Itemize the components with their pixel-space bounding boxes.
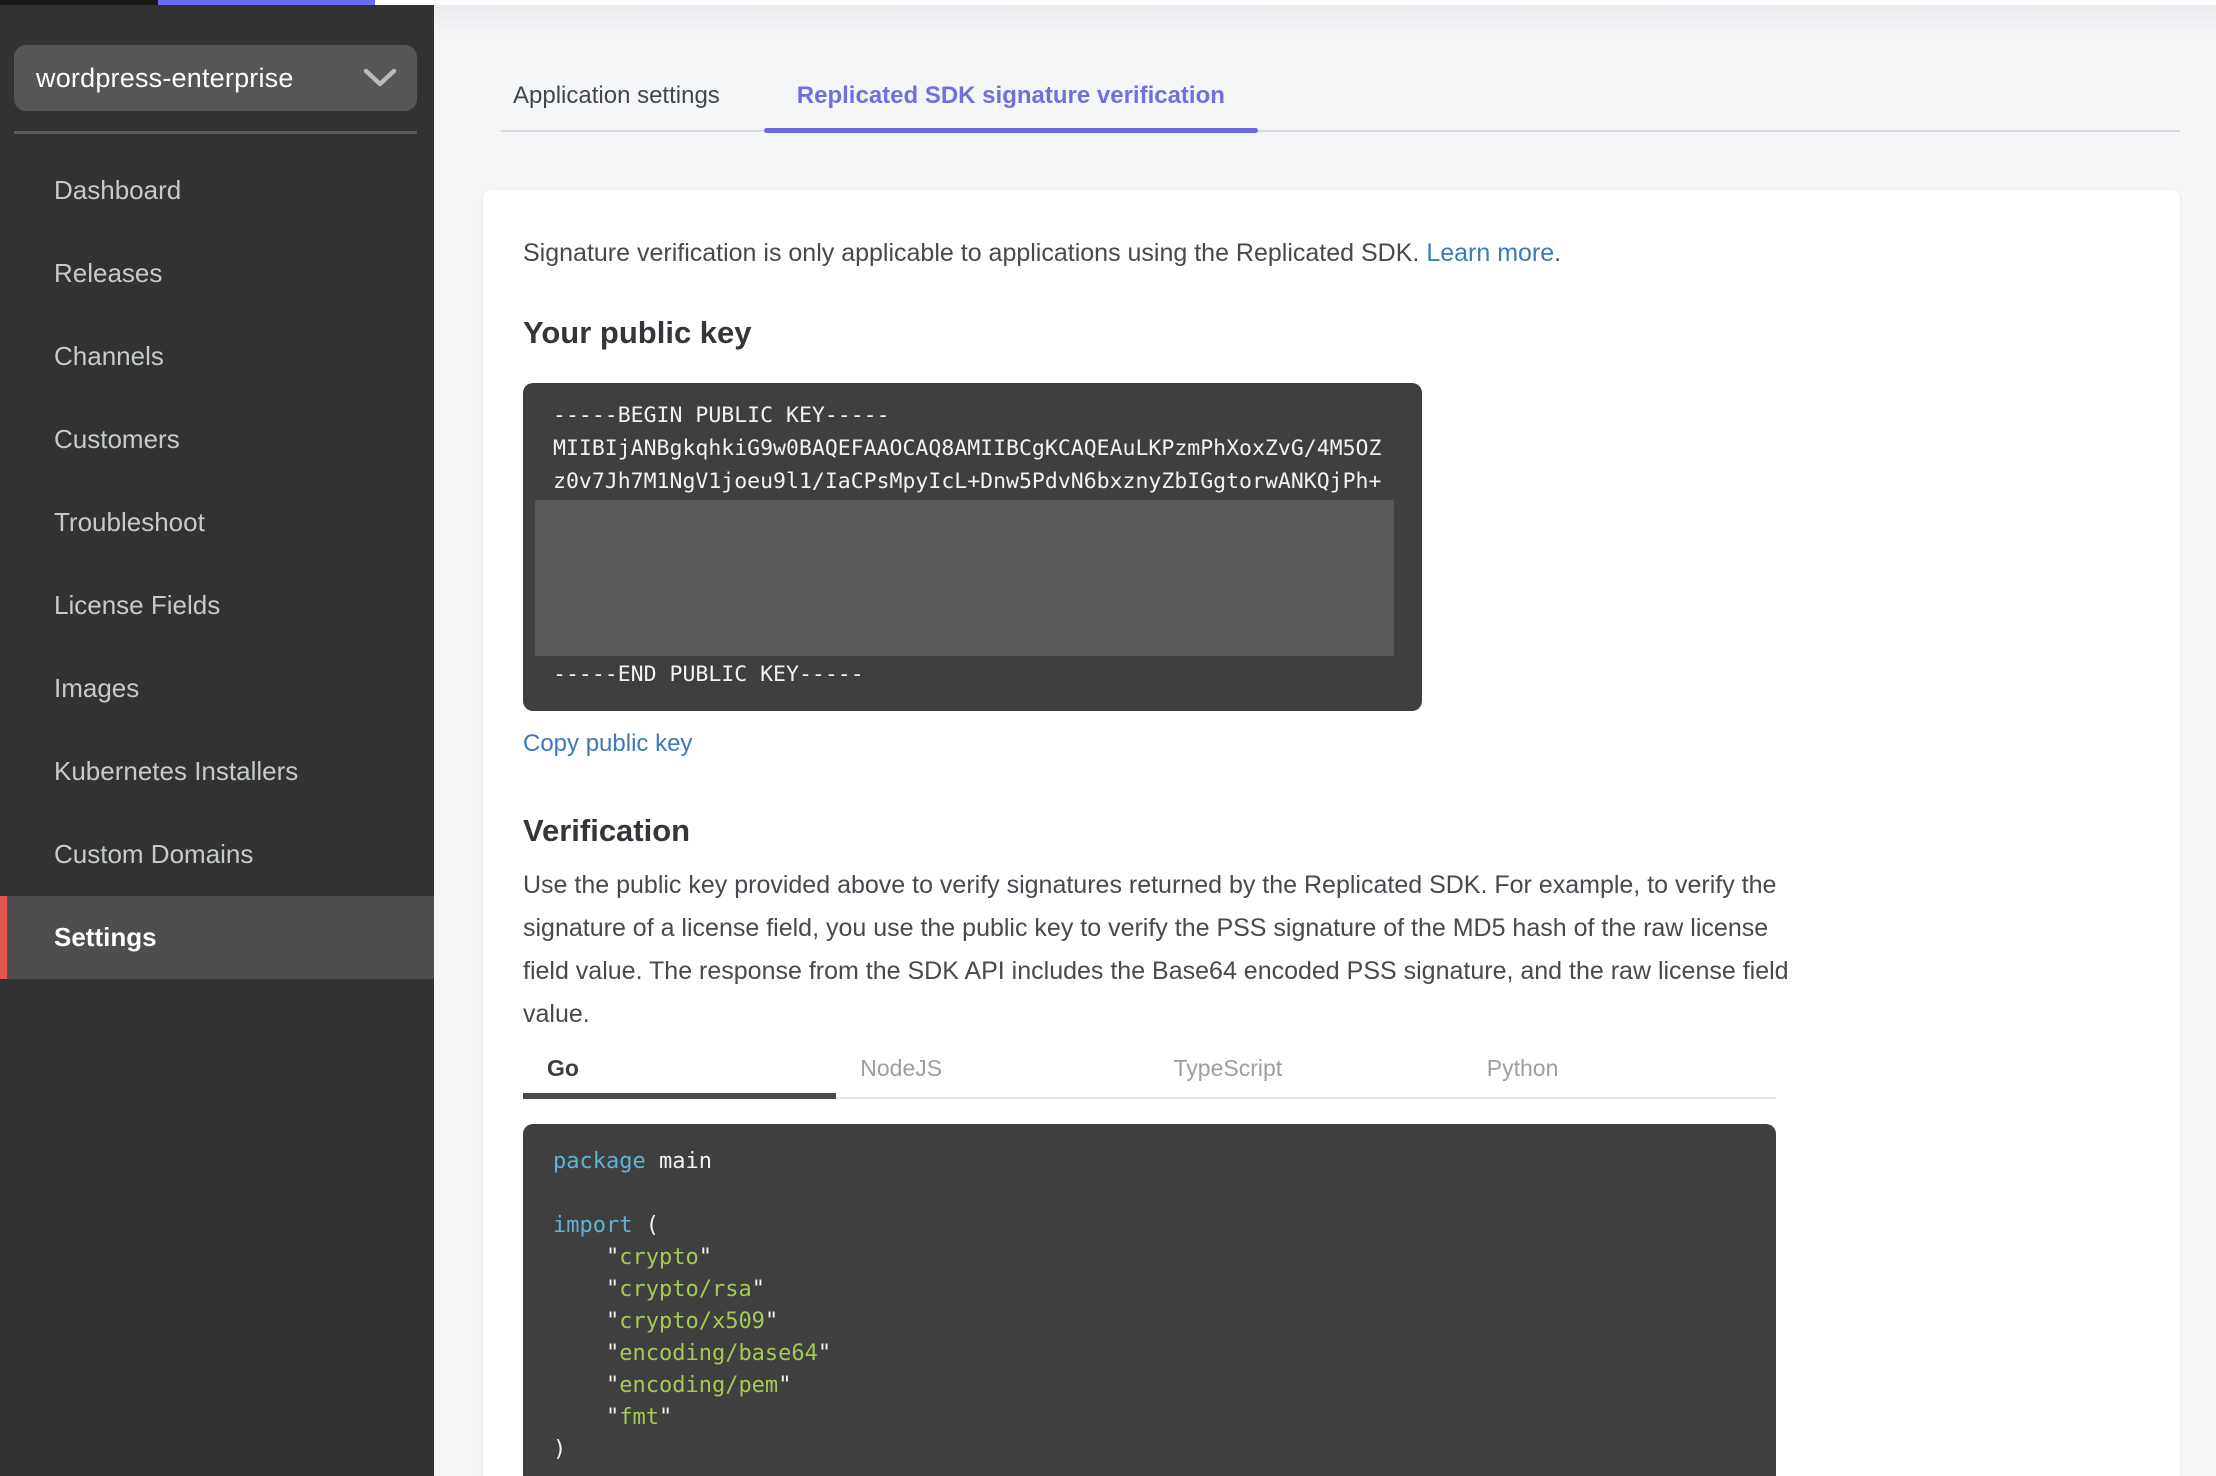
code-line: "encoding/pem": [553, 1373, 792, 1398]
sdk-verification-card: Signature verification is only applicabl…: [483, 190, 2180, 1476]
go-code-lines: package main import ( "crypto" "crypto/rs…: [553, 1146, 1746, 1466]
intro-sentence: Signature verification is only applicabl…: [523, 239, 1420, 267]
app-selector-dropdown[interactable]: wordpress-enterprise: [14, 45, 417, 111]
sidebar-nav: Dashboard Releases Channels Customers Troubl…: [0, 149, 434, 979]
sidebar-item-troubleshoot[interactable]: Troubleshoot: [0, 481, 434, 564]
sidebar-divider: [14, 131, 417, 134]
copy-public-key-link[interactable]: Copy public key: [523, 729, 692, 759]
public-key-line: MIIBIjANBgkqhkiG9w0BAQEFAAOCAQ8AMIIBCgKC…: [553, 436, 1382, 461]
sidebar-item-images[interactable]: Images: [0, 647, 434, 730]
public-key-line: -----BEGIN PUBLIC KEY-----: [553, 403, 890, 428]
code-tab-python[interactable]: Python: [1463, 1054, 1776, 1097]
code-language-tabs: Go NodeJS TypeScript Python: [523, 1054, 1776, 1099]
chevron-down-icon: [363, 68, 397, 87]
code-line: "crypto/rsa": [553, 1277, 765, 1302]
tab-application-settings[interactable]: Application settings: [501, 82, 732, 130]
top-strip-accent-segment: [158, 0, 375, 5]
redacted-key-region: [535, 500, 1394, 656]
code-line: "encoding/base64": [553, 1341, 832, 1366]
code-tab-nodejs[interactable]: NodeJS: [836, 1054, 1149, 1097]
tab-replicated-sdk-signature-verification[interactable]: Replicated SDK signature verification: [763, 82, 1259, 133]
intro-period: .: [1554, 239, 1562, 267]
public-key-line: z0v7Jh7M1NgV1joeu9l1/IaCPsMpyIcL+Dnw5Pdv…: [553, 469, 1382, 494]
public-key-end-line: -----END PUBLIC KEY-----: [553, 662, 864, 687]
sidebar-item-dashboard[interactable]: Dashboard: [0, 149, 434, 232]
code-line: "crypto/x509": [553, 1309, 779, 1334]
public-key-lines: -----BEGIN PUBLIC KEY----- MIIBIjANBgkqhk…: [553, 399, 1392, 498]
code-line: ): [553, 1437, 567, 1462]
code-tab-go[interactable]: Go: [523, 1054, 837, 1099]
verification-description: Use the public key provided above to ver…: [523, 871, 1789, 1028]
public-key-heading: Your public key: [523, 315, 752, 350]
code-line: package main: [553, 1149, 712, 1174]
sidebar-item-channels[interactable]: Channels: [0, 315, 434, 398]
sidebar-item-customers[interactable]: Customers: [0, 398, 434, 481]
sidebar-item-license-fields[interactable]: License Fields: [0, 564, 434, 647]
top-strip-dark-segment: [0, 0, 158, 5]
code-tab-typescript[interactable]: TypeScript: [1150, 1054, 1463, 1097]
learn-more-link[interactable]: Learn more: [1426, 239, 1554, 267]
public-key-block: -----BEGIN PUBLIC KEY----- MIIBIjANBgkqhk…: [523, 383, 1422, 711]
sidebar-item-settings[interactable]: Settings: [0, 896, 434, 979]
code-line: "fmt": [553, 1405, 673, 1430]
code-line: import (: [553, 1213, 659, 1238]
go-code-block: package main import ( "crypto" "crypto/rs…: [523, 1124, 1776, 1476]
main-content: Application settings Replicated SDK signa…: [434, 5, 2216, 1476]
code-line: "crypto": [553, 1245, 712, 1270]
sidebar-item-kubernetes-installers[interactable]: Kubernetes Installers: [0, 730, 434, 813]
sidebar-item-releases[interactable]: Releases: [0, 232, 434, 315]
sidebar: wordpress-enterprise Dashboard Releases Ch…: [0, 5, 434, 1476]
verification-heading: Verification: [523, 813, 691, 848]
intro-text: Signature verification is only applicabl…: [523, 232, 2140, 274]
browser-top-strip: [0, 0, 2216, 5]
settings-tabs: Application settings Replicated SDK signa…: [501, 5, 2180, 133]
sidebar-item-custom-domains[interactable]: Custom Domains: [0, 813, 434, 896]
app-selector-value: wordpress-enterprise: [36, 62, 294, 93]
